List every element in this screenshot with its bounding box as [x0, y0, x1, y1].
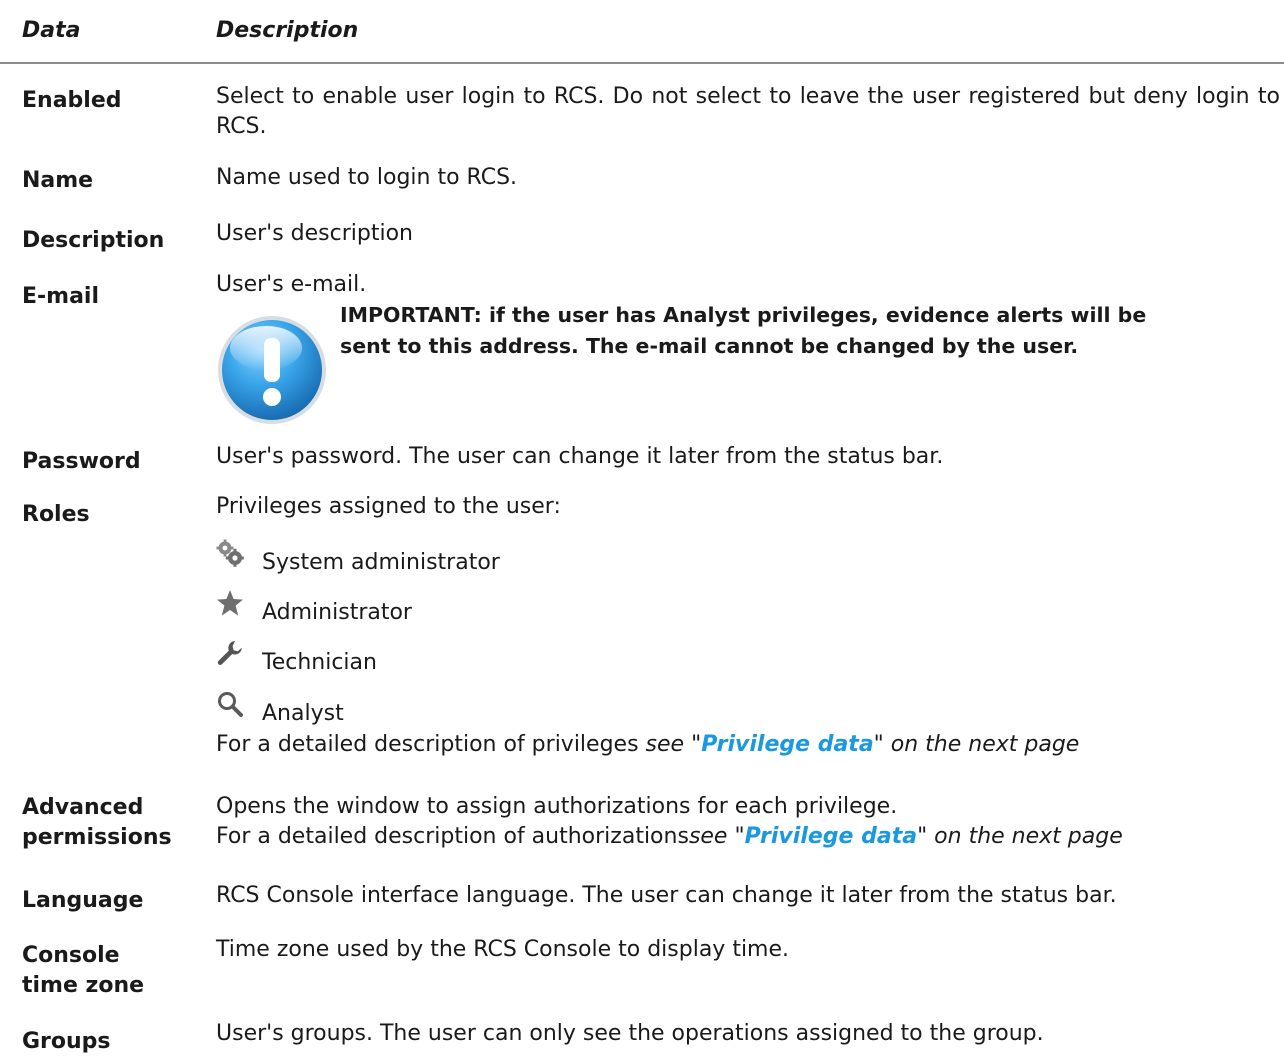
- term-enabled: Enabled: [22, 88, 122, 113]
- column-header-description: Description: [216, 18, 359, 43]
- roles-reference: For a detailed description of privileges…: [216, 730, 1280, 760]
- term-line: time zone: [22, 973, 145, 998]
- desc-advanced-permissions: Opens the window to assign authorization…: [216, 792, 1280, 852]
- term-console-time-zone: Console time zone: [22, 941, 144, 1001]
- term-name: Name: [22, 168, 94, 193]
- desc-roles: Privileges assigned to the user:: [216, 494, 561, 519]
- desc-name: Name used to login to RCS.: [216, 165, 518, 190]
- gears-icon: [216, 539, 244, 567]
- ref-see: see ": [688, 824, 745, 849]
- column-header-data: Data: [22, 18, 81, 43]
- desc-groups: User's groups. The user can only see the…: [216, 1021, 1044, 1046]
- advanced-reference: For a detailed description of authorizat…: [216, 822, 1280, 852]
- privilege-data-link[interactable]: Privilege data: [745, 824, 917, 849]
- important-note-line-2: sent to this address. The e-mail cannot …: [340, 334, 1079, 358]
- important-note: IMPORTANT: if the user has Analyst privi…: [340, 300, 1280, 362]
- term-roles: Roles: [22, 502, 90, 527]
- term-groups: Groups: [22, 1029, 111, 1054]
- ref-text: For a detailed description of privileges: [216, 732, 646, 757]
- term-email: E-mail: [22, 284, 100, 309]
- term-line: permissions: [22, 825, 172, 850]
- wrench-icon: [216, 639, 244, 667]
- role-label: Analyst: [262, 701, 344, 726]
- star-icon: [216, 589, 244, 617]
- term-password: Password: [22, 449, 141, 474]
- term-description: Description: [22, 228, 165, 253]
- term-advanced-permissions: Advanced permissions: [22, 793, 172, 853]
- ref-text: For a detailed description of authorizat…: [216, 824, 689, 849]
- privilege-data-link[interactable]: Privilege data: [701, 732, 873, 757]
- desc-email: User's e-mail.: [216, 272, 367, 297]
- role-label: Technician: [262, 650, 377, 675]
- header-divider: [0, 62, 1284, 64]
- term-line: Console: [22, 943, 120, 968]
- term-line: Advanced: [22, 795, 144, 820]
- desc-password: User's password. The user can change it …: [216, 444, 944, 469]
- desc-enabled: Select to enable user login to RCS. Do n…: [216, 84, 1280, 139]
- important-icon: [216, 314, 328, 426]
- role-label: System administrator: [262, 550, 500, 575]
- ref-see: see ": [645, 732, 702, 757]
- ref-suffix: " on the next page: [873, 732, 1080, 757]
- ref-suffix: " on the next page: [917, 824, 1123, 849]
- term-language: Language: [22, 888, 144, 913]
- role-label: Administrator: [262, 600, 412, 625]
- desc-line: Opens the window to assign authorization…: [216, 794, 898, 819]
- magnifier-icon: [216, 690, 244, 718]
- important-note-line-1: IMPORTANT: if the user has Analyst privi…: [340, 303, 1147, 327]
- desc-language: RCS Console interface language. The user…: [216, 883, 1117, 908]
- desc-description: User's description: [216, 221, 413, 246]
- desc-console-time-zone: Time zone used by the RCS Console to dis…: [216, 937, 790, 962]
